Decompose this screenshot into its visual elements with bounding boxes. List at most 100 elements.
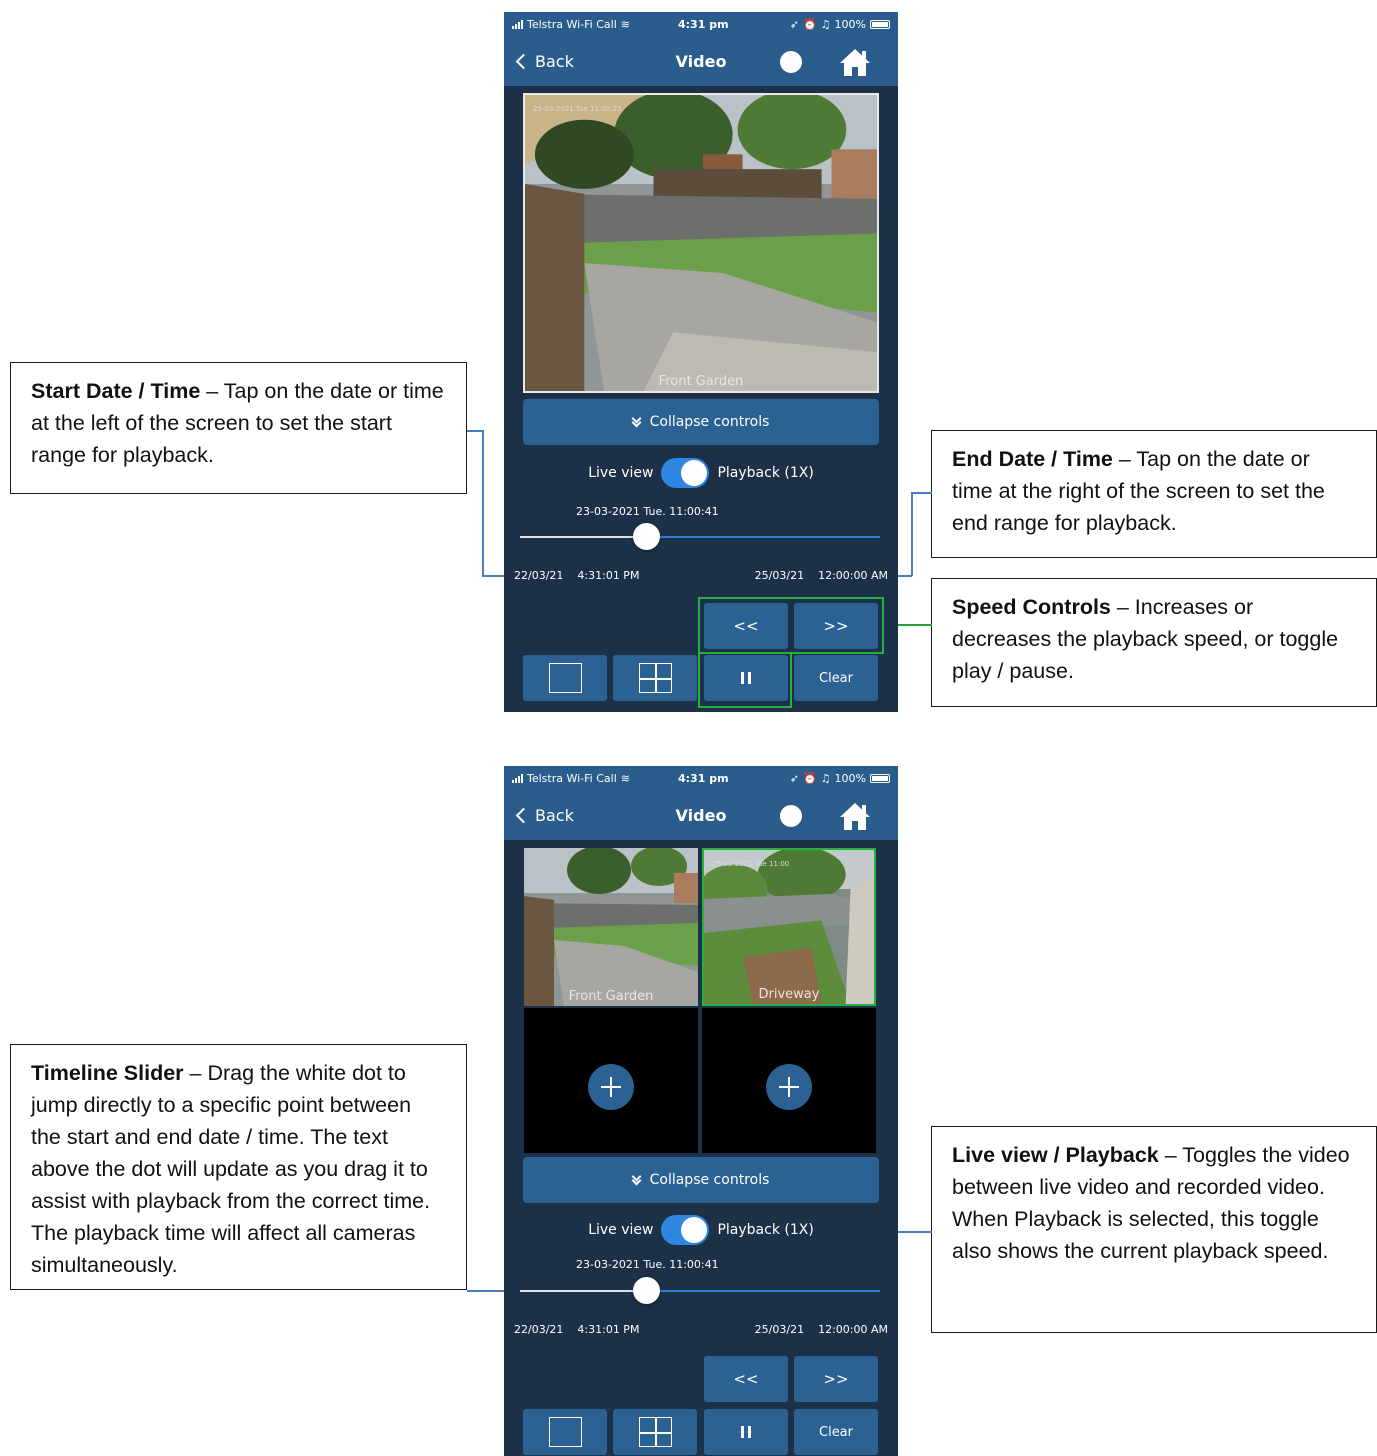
camera-timestamp: 25-03-2021 Tue 11:00:23 xyxy=(533,105,622,113)
slider-played-track xyxy=(520,1290,646,1292)
pause-icon xyxy=(741,1426,751,1438)
slider-current-time: 23-03-2021 Tue. 11:00:41 xyxy=(576,505,719,518)
grid-layout-icon xyxy=(638,1417,672,1447)
wifi-icon: ≋ xyxy=(620,772,630,785)
quad-layout-button[interactable] xyxy=(613,1409,697,1455)
start-date-time[interactable]: 22/03/21 4:31:01 PM xyxy=(514,569,639,582)
collapse-label: Collapse controls xyxy=(649,414,770,430)
note-start-title: Start Date / Time xyxy=(31,379,201,403)
play-pause-button[interactable] xyxy=(704,1409,788,1455)
live-view-label: Live view xyxy=(588,465,654,481)
connector-end xyxy=(911,492,913,576)
note-timeline-text: – Drag the white dot to jump directly to… xyxy=(31,1061,431,1277)
camera-feed-image xyxy=(524,848,698,1006)
camera-feed-image xyxy=(525,95,877,391)
empty-camera-slot[interactable] xyxy=(524,1008,698,1153)
record-button[interactable] xyxy=(780,51,802,73)
note-end-date-time: End Date / Time – Tap on the date or tim… xyxy=(931,430,1377,558)
single-layout-icon xyxy=(548,1417,582,1447)
live-playback-toggle[interactable] xyxy=(661,1215,710,1245)
status-time: 4:31 pm xyxy=(678,18,729,31)
playback-label: Playback (1X) xyxy=(717,465,814,481)
start-date-time[interactable]: 22/03/21 4:31:01 PM xyxy=(514,1323,639,1336)
note-start-date-time: Start Date / Time – Tap on the date or t… xyxy=(10,362,467,494)
battery-icon xyxy=(870,20,890,29)
location-icon: ➶ xyxy=(789,18,799,31)
camera-timestamp: 25-03-2021 Tue 11:00 xyxy=(712,860,790,868)
single-layout-icon xyxy=(548,663,582,693)
add-camera-icon[interactable] xyxy=(766,1064,812,1110)
nav-bar: Back Video xyxy=(504,792,898,840)
camera-label: Front Garden xyxy=(568,989,654,1004)
signal-icon xyxy=(512,20,523,29)
connector-start xyxy=(467,430,483,432)
signal-icon xyxy=(512,774,523,783)
carrier-label: Telstra Wi-Fi Call xyxy=(527,772,617,785)
record-button[interactable] xyxy=(780,805,802,827)
status-bar: Telstra Wi-Fi Call ≋ 4:31 pm ➶ ⏰ ♫ 100% xyxy=(504,12,898,38)
connector-timeline xyxy=(467,1290,509,1292)
speed-controls-highlight xyxy=(698,597,884,654)
double-chevron-down-icon xyxy=(631,1171,642,1186)
slider-current-time: 23-03-2021 Tue. 11:00:41 xyxy=(576,1258,719,1271)
nav-bar: Back Video xyxy=(504,38,898,86)
empty-camera-slot[interactable] xyxy=(702,1008,876,1153)
live-playback-toggle[interactable] xyxy=(661,458,710,488)
note-end-title: End Date / Time xyxy=(952,447,1113,471)
slider-knob[interactable] xyxy=(633,1277,660,1304)
timeline-slider[interactable] xyxy=(520,1277,880,1304)
live-view-label: Live view xyxy=(588,1222,654,1238)
connector-end xyxy=(911,492,932,494)
connector-start xyxy=(482,430,484,576)
battery-icon xyxy=(870,774,890,783)
location-icon: ➶ xyxy=(789,772,799,785)
speed-controls-highlight xyxy=(698,652,792,708)
phone-screen-single-view: Telstra Wi-Fi Call ≋ 4:31 pm ➶ ⏰ ♫ 100% … xyxy=(504,12,898,712)
note-liveview-playback: Live view / Playback – Toggles the video… xyxy=(931,1126,1377,1333)
status-bar: Telstra Wi-Fi Call ≋ 4:31 pm ➶ ⏰ ♫ 100% xyxy=(504,766,898,792)
camera-label: Driveway xyxy=(758,987,820,1002)
note-speed-title: Speed Controls xyxy=(952,595,1111,619)
grid-layout-icon xyxy=(638,663,672,693)
camera-view-driveway[interactable]: 25-03-2021 Tue 11:00 Driveway xyxy=(702,848,876,1006)
clear-button[interactable]: Clear xyxy=(794,655,878,701)
slider-played-track xyxy=(520,536,646,538)
camera-view-front-garden[interactable]: Front Garden xyxy=(524,848,698,1006)
note-liveview-title: Live view / Playback xyxy=(952,1143,1159,1167)
collapse-controls-button[interactable]: Collapse controls xyxy=(523,399,879,445)
end-date-time[interactable]: 25/03/21 12:00:00 AM xyxy=(755,569,888,582)
camera-label: Front Garden xyxy=(658,374,744,389)
note-timeline-title: Timeline Slider xyxy=(31,1061,184,1085)
headphones-icon: ♫ xyxy=(820,772,831,785)
slider-remaining-track xyxy=(646,536,880,538)
battery-percent: 100% xyxy=(834,772,866,785)
quad-layout-button[interactable] xyxy=(613,655,697,701)
timeline-slider[interactable] xyxy=(520,523,880,550)
rewind-speed-button[interactable]: << xyxy=(704,1356,788,1402)
single-layout-button[interactable] xyxy=(523,655,607,701)
playback-label: Playback (1X) xyxy=(717,1222,814,1238)
collapse-controls-button[interactable]: Collapse controls xyxy=(523,1157,879,1203)
end-date-time[interactable]: 25/03/21 12:00:00 AM xyxy=(755,1323,888,1336)
clear-button[interactable]: Clear xyxy=(794,1409,878,1455)
add-camera-icon[interactable] xyxy=(588,1064,634,1110)
note-speed-controls: Speed Controls – Increases or decreases … xyxy=(931,578,1377,707)
headphones-icon: ♫ xyxy=(820,18,831,31)
phone-screen-quad-view: Telstra Wi-Fi Call ≋ 4:31 pm ➶ ⏰ ♫ 100% … xyxy=(504,766,898,1456)
slider-knob[interactable] xyxy=(633,523,660,550)
collapse-label: Collapse controls xyxy=(649,1172,770,1188)
wifi-icon: ≋ xyxy=(620,18,630,31)
alarm-icon: ⏰ xyxy=(802,18,817,31)
home-icon[interactable] xyxy=(838,47,872,77)
home-icon[interactable] xyxy=(838,801,872,831)
forward-speed-button[interactable]: >> xyxy=(794,1356,878,1402)
camera-view-front-garden[interactable]: 25-03-2021 Tue 11:00:23 Front Garden xyxy=(523,93,879,393)
status-time: 4:31 pm xyxy=(678,772,729,785)
camera-feed-image xyxy=(704,850,874,1004)
carrier-label: Telstra Wi-Fi Call xyxy=(527,18,617,31)
alarm-icon: ⏰ xyxy=(802,772,817,785)
battery-percent: 100% xyxy=(834,18,866,31)
note-timeline-slider: Timeline Slider – Drag the white dot to … xyxy=(10,1044,467,1290)
slider-remaining-track xyxy=(646,1290,880,1292)
single-layout-button[interactable] xyxy=(523,1409,607,1455)
